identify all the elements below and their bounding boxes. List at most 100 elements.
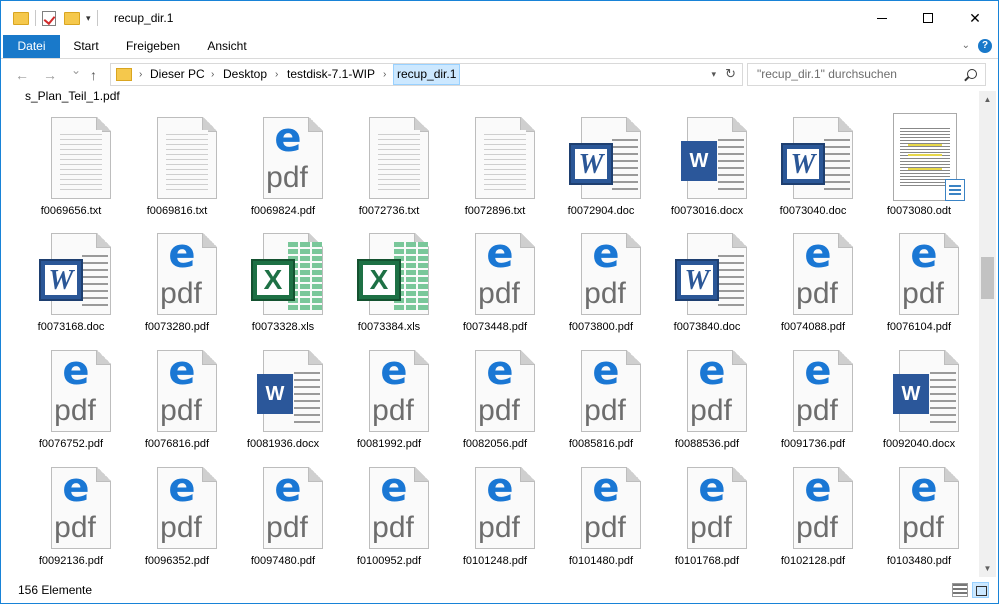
refresh-icon[interactable]: ↻ [725, 66, 736, 82]
large-icons-view-icon[interactable] [972, 582, 989, 598]
folder-icon[interactable] [13, 11, 29, 25]
file-item-xls[interactable]: f0073384.xls [336, 207, 442, 333]
search-icon[interactable] [967, 69, 977, 79]
edge-logo-icon [800, 348, 836, 394]
pdf-icon-text: pdf [478, 511, 520, 544]
pdf-icon-text: pdf [160, 394, 202, 427]
pdf-file-icon: pdf [569, 346, 641, 436]
breadcrumb-desktop[interactable]: Desktop [223, 64, 267, 85]
file-item-pdf[interactable]: pdff0073800.pdf [548, 207, 654, 333]
file-item-docx[interactable]: Wf0081936.docx [230, 324, 336, 450]
scrollbar-thumb[interactable] [981, 257, 994, 299]
back-arrow-icon[interactable]: ← [15, 67, 29, 83]
breadcrumb-testdisk[interactable]: testdisk-7.1-WIP [287, 64, 375, 85]
writer-logo-icon [945, 179, 965, 201]
file-item-txt[interactable]: f0069816.txt [124, 91, 230, 217]
file-item-pdf[interactable]: pdff0085816.pdf [548, 324, 654, 450]
recent-locations-icon[interactable]: ⌄ [71, 63, 81, 77]
file-item-pdf[interactable]: pdf f0100952.pdf [336, 441, 442, 567]
file-item-pdf[interactable]: pdf f0097480.pdf [230, 441, 336, 567]
file-item-txt[interactable]: f0072896.txt [442, 91, 548, 217]
search-input[interactable]: "recup_dir.1" durchsuchen [757, 64, 897, 85]
search-box[interactable]: "recup_dir.1" durchsuchen [747, 63, 986, 86]
file-item-pdf[interactable]: pdf f0102128.pdf [760, 441, 866, 567]
file-item-pdf[interactable]: pdf f0101768.pdf [654, 441, 760, 567]
file-item-pdf[interactable]: pdf f0103480.pdf [866, 441, 972, 567]
edge-logo-icon [906, 231, 942, 277]
minimize-button[interactable] [859, 1, 905, 35]
tab-freigeben[interactable]: Freigeben [115, 35, 191, 58]
details-view-icon[interactable] [952, 583, 968, 597]
file-item-pdf[interactable]: pdff0076104.pdf [866, 207, 972, 333]
file-item-txt[interactable]: f0072736.txt [336, 91, 442, 217]
file-item-pdf[interactable]: pdff0073280.pdf [124, 207, 230, 333]
tab-ansicht[interactable]: Ansicht [197, 35, 257, 58]
file-item-doc[interactable]: f0073040.doc [760, 91, 866, 217]
pdf-file-icon: pdf [569, 229, 641, 319]
pdf-file-icon: pdf [39, 346, 111, 436]
breadcrumb-recup-dir[interactable]: recup_dir.1 [393, 64, 461, 85]
file-item-doc[interactable]: f0073840.doc [654, 207, 760, 333]
pdf-file-icon: pdf [675, 346, 747, 436]
file-item-pdf[interactable]: pdf f0096352.pdf [124, 441, 230, 567]
file-name-label: f0092136.pdf [38, 555, 104, 567]
scroll-down-icon[interactable]: ▼ [979, 560, 996, 577]
file-item-pdf[interactable]: pdff0091736.pdf [760, 324, 866, 450]
toolbar-divider [96, 10, 98, 26]
vertical-scrollbar[interactable]: ▲ ▼ [979, 91, 996, 577]
pdf-icon-text: pdf [266, 511, 308, 544]
file-item-xls[interactable]: f0073328.xls [230, 207, 336, 333]
file-item-docx[interactable]: Wf0092040.docx [866, 324, 972, 450]
breadcrumb-separator-icon[interactable]: › [275, 64, 278, 85]
help-icon[interactable]: ? [978, 39, 992, 53]
breadcrumb-separator-icon[interactable]: › [383, 64, 386, 85]
file-item-txt[interactable]: f0069656.txt [18, 91, 124, 217]
file-item-pdf[interactable]: pdff0076816.pdf [124, 324, 230, 450]
file-item-doc[interactable]: f0072904.doc [548, 91, 654, 217]
file-item-pdf[interactable]: pdf f0101248.pdf [442, 441, 548, 567]
file-item-pdf[interactable]: pdff0088536.pdf [654, 324, 760, 450]
scroll-up-icon[interactable]: ▲ [979, 91, 996, 108]
close-button[interactable]: ✕ [952, 1, 998, 35]
customize-toolbar-dropdown-icon[interactable]: ▾ [86, 13, 91, 24]
file-name-label: f0097480.pdf [250, 555, 316, 567]
forward-arrow-icon[interactable]: → [43, 67, 57, 83]
tab-datei[interactable]: Datei [3, 35, 60, 58]
file-item-pdf[interactable]: pdf f0092136.pdf [18, 441, 124, 567]
item-count: 156 Elemente [18, 583, 93, 597]
pdf-icon-text: pdf [54, 394, 96, 427]
file-item-pdf[interactable]: pdff0082056.pdf [442, 324, 548, 450]
edge-logo-icon [270, 465, 306, 511]
xls-file-icon [251, 229, 323, 319]
breadcrumb-separator-icon[interactable]: › [139, 64, 142, 85]
file-name-label: f0102128.pdf [780, 555, 846, 567]
address-bar[interactable]: › Dieser PC › Desktop › testdisk-7.1-WIP… [110, 63, 743, 86]
pdf-icon-text: pdf [902, 511, 944, 544]
pdf-icon-text: pdf [478, 394, 520, 427]
maximize-button[interactable] [905, 1, 951, 35]
breadcrumb-dieser-pc[interactable]: Dieser PC [150, 64, 205, 85]
pdf-file-icon: pdf [887, 229, 959, 319]
word-logo-icon: W [257, 374, 293, 414]
pdf-file-icon: pdf [145, 229, 217, 319]
tab-start[interactable]: Start [63, 35, 109, 58]
address-dropdown-icon[interactable]: ▾ [711, 69, 716, 80]
pdf-file-icon: pdf [781, 229, 853, 319]
properties-icon[interactable] [42, 10, 56, 26]
txt-file-icon [463, 113, 535, 203]
expand-ribbon-icon[interactable]: ⌄ [962, 40, 970, 51]
up-arrow-icon[interactable]: ↑ [90, 67, 97, 83]
file-item-pdf[interactable]: pdff0076752.pdf [18, 324, 124, 450]
maximize-icon [923, 13, 933, 23]
file-item-pdf[interactable]: pdff0073448.pdf [442, 207, 548, 333]
file-item-doc[interactable]: f0073168.doc [18, 207, 124, 333]
file-item-odt[interactable]: f0073080.odt [866, 91, 972, 217]
edge-logo-icon [588, 231, 624, 277]
file-item-pdf[interactable]: pdff0081992.pdf [336, 324, 442, 450]
file-item-pdf[interactable]: pdff0069824.pdf [230, 91, 336, 217]
file-item-pdf[interactable]: pdff0074088.pdf [760, 207, 866, 333]
new-folder-icon[interactable] [64, 11, 80, 25]
file-item-docx[interactable]: Wf0073016.docx [654, 91, 760, 217]
file-item-pdf[interactable]: pdf f0101480.pdf [548, 441, 654, 567]
breadcrumb-separator-icon[interactable]: › [211, 64, 214, 85]
